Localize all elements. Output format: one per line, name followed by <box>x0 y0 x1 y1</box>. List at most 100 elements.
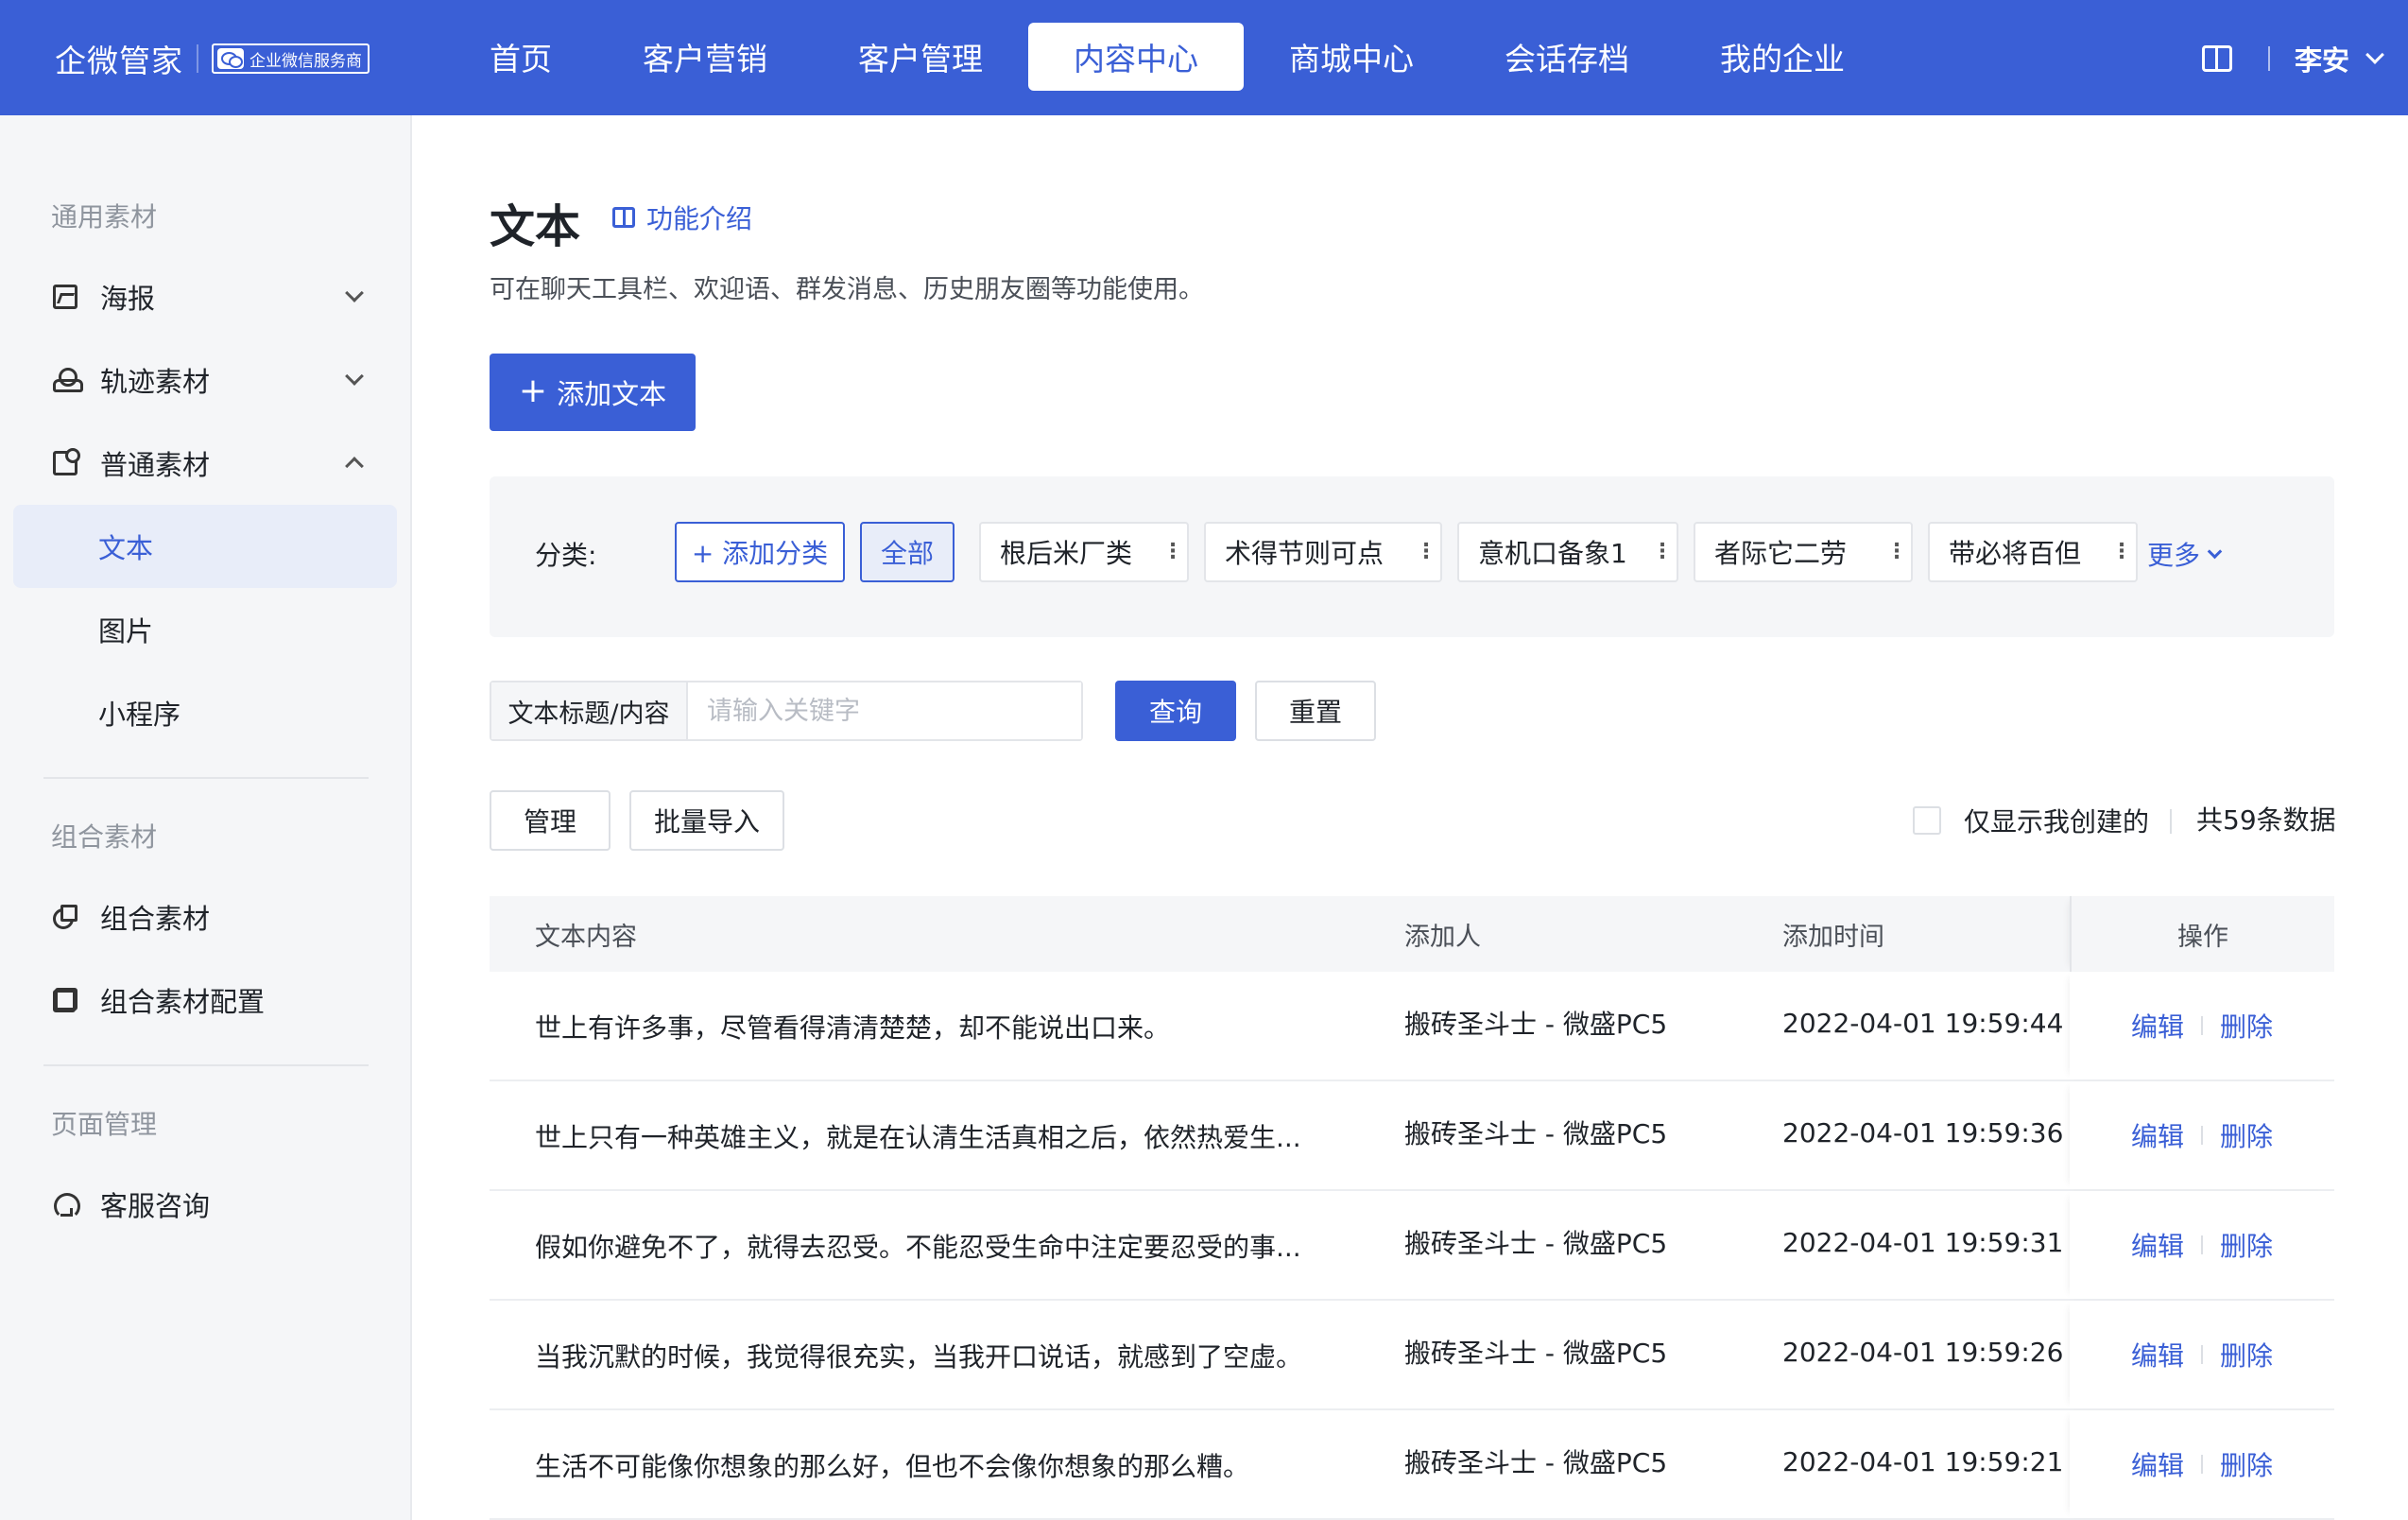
sidebar-group-pages: 页面管理 <box>51 1109 158 1140</box>
cell-content: 生活不可能像你想象的那么好，但也不会像你想象的那么糟。 <box>535 1451 1250 1482</box>
text-table: 文本内容 添加人 添加时间 操作 世上有许多事，尽管看得清清楚楚，却不能说出口来… <box>490 896 2334 1520</box>
category-chip-label: 意机口备象1 <box>1478 538 1627 569</box>
batch-import-button[interactable]: 批量导入 <box>629 790 784 851</box>
sidebar-item-combo-config[interactable]: 组合素材配置 <box>13 959 397 1042</box>
sidebar-divider <box>43 1064 369 1066</box>
top-navbar: 企微管家 企业微信服务商 首页 客户营销 客户管理 内容中心 商城中心 会话存档… <box>0 0 2408 115</box>
search-field-select[interactable]: 文本标题/内容 <box>491 682 688 739</box>
nav-divider <box>2267 46 2270 71</box>
nav-item-home[interactable]: 首页 <box>444 23 597 91</box>
copy-icon <box>53 988 77 1012</box>
cell-actions: 编辑 删除 <box>2070 1301 2334 1408</box>
cell-time: 2022-04-01 19:59:36 <box>1782 1117 2064 1149</box>
wechat-work-icon <box>217 48 244 69</box>
category-chip[interactable]: 者际它二劳 ⋮ <box>1694 522 1913 582</box>
sidebar-item-label: 小程序 <box>98 699 181 731</box>
column-header-adder: 添加人 <box>1404 922 1481 952</box>
delete-link[interactable]: 删除 <box>2220 1336 2273 1373</box>
sidebar-item-poster[interactable]: 海报 <box>13 255 397 338</box>
category-chip[interactable]: 术得节则可点 ⋮ <box>1204 522 1442 582</box>
headset-icon <box>53 1192 80 1219</box>
badge-label: 企业微信服务商 <box>249 51 362 71</box>
reset-button[interactable]: 重置 <box>1255 681 1376 741</box>
category-chip-all[interactable]: 全部 <box>860 522 955 582</box>
sidebar-item-text[interactable]: 文本 <box>13 505 397 588</box>
brand[interactable]: 企微管家 企业微信服务商 <box>55 34 370 83</box>
manage-button[interactable]: 管理 <box>490 790 611 851</box>
page-description: 可在聊天工具栏、欢迎语、群发消息、历史朋友圈等功能使用。 <box>490 275 1204 304</box>
table-row: 当我沉默的时候，我觉得很充实，当我开口说话，就感到了空虚。 搬砖圣斗士 - 微盛… <box>490 1301 2334 1410</box>
book-icon <box>612 207 635 228</box>
main-content: 文本 功能介绍 可在聊天工具栏、欢迎语、群发消息、历史朋友圈等功能使用。 + 添… <box>412 115 2408 1520</box>
table-row: 世上有许多事，尽管看得清清楚楚，却不能说出口来。 搬砖圣斗士 - 微盛PC5 2… <box>490 972 2334 1081</box>
nav-item-marketing[interactable]: 客户营销 <box>597 23 813 91</box>
action-divider <box>2201 1455 2203 1474</box>
chevron-down-icon <box>345 284 364 302</box>
cell-actions: 编辑 删除 <box>2070 1081 2334 1189</box>
nav-item-content-center[interactable]: 内容中心 <box>1028 23 1244 91</box>
only-mine-label: 仅显示我创建的 <box>1964 806 2150 838</box>
sidebar-item-label: 轨迹素材 <box>100 366 211 398</box>
chevron-down-icon[interactable] <box>2365 45 2384 64</box>
help-book-icon[interactable] <box>2201 45 2232 72</box>
picture-edit-icon <box>53 448 80 475</box>
sidebar-item-image[interactable]: 图片 <box>13 588 397 671</box>
edit-link[interactable]: 编辑 <box>2131 1336 2184 1373</box>
delete-link[interactable]: 删除 <box>2220 1116 2273 1154</box>
more-vertical-icon[interactable]: ⋮ <box>1648 542 1677 562</box>
action-divider <box>2201 1345 2203 1364</box>
column-header-actions: 操作 <box>2070 896 2334 972</box>
more-vertical-icon[interactable]: ⋮ <box>1159 542 1187 562</box>
nav-item-customers[interactable]: 客户管理 <box>813 23 1028 91</box>
add-category-button[interactable]: + 添加分类 <box>675 522 845 582</box>
only-mine-checkbox[interactable] <box>1913 806 1941 835</box>
sidebar-item-track[interactable]: 轨迹素材 <box>13 338 397 422</box>
table-row: 世上只有一种英雄主义，就是在认清生活真相之后，依然热爱生... 搬砖圣斗士 - … <box>490 1081 2334 1191</box>
cell-actions: 编辑 删除 <box>2070 1191 2334 1299</box>
edit-link[interactable]: 编辑 <box>2131 1007 2184 1045</box>
more-categories-link[interactable]: 更多 <box>2147 535 2223 573</box>
query-button[interactable]: 查询 <box>1115 681 1236 741</box>
cell-content: 世上有许多事，尽管看得清清楚楚，却不能说出口来。 <box>535 1012 1171 1044</box>
table-row: 生活不可能像你想象的那么好，但也不会像你想象的那么糟。 搬砖圣斗士 - 微盛PC… <box>490 1410 2334 1520</box>
more-vertical-icon[interactable]: ⋮ <box>1883 542 1911 562</box>
cell-adder: 搬砖圣斗士 - 微盛PC5 <box>1404 1338 1668 1369</box>
column-header-time: 添加时间 <box>1782 922 1884 952</box>
sidebar-item-label: 普通素材 <box>100 449 211 481</box>
edit-link[interactable]: 编辑 <box>2131 1116 2184 1154</box>
total-count: 共59条数据 <box>2196 804 2336 836</box>
search-input[interactable] <box>688 682 1081 739</box>
user-name[interactable]: 李安 <box>2295 39 2349 78</box>
add-text-button[interactable]: + 添加文本 <box>490 354 696 431</box>
sidebar-item-normal[interactable]: 普通素材 <box>13 422 397 505</box>
nav-item-mall[interactable]: 商城中心 <box>1244 23 1459 91</box>
cell-time: 2022-04-01 19:59:44 <box>1782 1008 2064 1039</box>
edit-link[interactable]: 编辑 <box>2131 1226 2184 1264</box>
cell-actions: 编辑 删除 <box>2070 1410 2334 1518</box>
more-vertical-icon[interactable]: ⋮ <box>1412 542 1440 562</box>
chevron-down-icon <box>345 367 364 386</box>
nav-item-chat-archive[interactable]: 会话存档 <box>1459 23 1675 91</box>
more-vertical-icon[interactable]: ⋮ <box>2107 542 2136 562</box>
cell-adder: 搬砖圣斗士 - 微盛PC5 <box>1404 1009 1668 1040</box>
edit-link[interactable]: 编辑 <box>2131 1445 2184 1483</box>
sidebar-item-service[interactable]: 客服咨询 <box>13 1163 397 1246</box>
delete-link[interactable]: 删除 <box>2220 1445 2273 1483</box>
delete-link[interactable]: 删除 <box>2220 1007 2273 1045</box>
category-chip[interactable]: 带必将百但 ⋮ <box>1928 522 2138 582</box>
category-chip[interactable]: 根后米厂类 ⋮ <box>979 522 1189 582</box>
more-label: 更多 <box>2147 540 2201 571</box>
feature-intro-link[interactable]: 功能介绍 <box>612 199 752 236</box>
sidebar-item-miniapp[interactable]: 小程序 <box>13 671 397 754</box>
delete-link[interactable]: 删除 <box>2220 1226 2273 1264</box>
sidebar-item-combo[interactable]: 组合素材 <box>13 875 397 959</box>
table-row: 假如你避免不了，就得去忍受。不能忍受生命中注定要忍受的事... 搬砖圣斗士 - … <box>490 1191 2334 1301</box>
cell-adder: 搬砖圣斗士 - 微盛PC5 <box>1404 1228 1668 1259</box>
sidebar-item-label: 海报 <box>100 283 156 315</box>
nav-item-my-enterprise[interactable]: 我的企业 <box>1675 23 1890 91</box>
sidebar: 通用素材 海报 轨迹素材 普通素材 文本 图片 小程序 组合素材 组合素材 组合… <box>0 115 412 1520</box>
cell-time: 2022-04-01 19:59:21 <box>1782 1446 2064 1477</box>
category-chip[interactable]: 意机口备象1 ⋮ <box>1457 522 1678 582</box>
cell-content: 世上只有一种英雄主义，就是在认清生活真相之后，依然热爱生... <box>535 1122 1301 1153</box>
only-mine-filter[interactable]: 仅显示我创建的 <box>1913 798 2149 843</box>
